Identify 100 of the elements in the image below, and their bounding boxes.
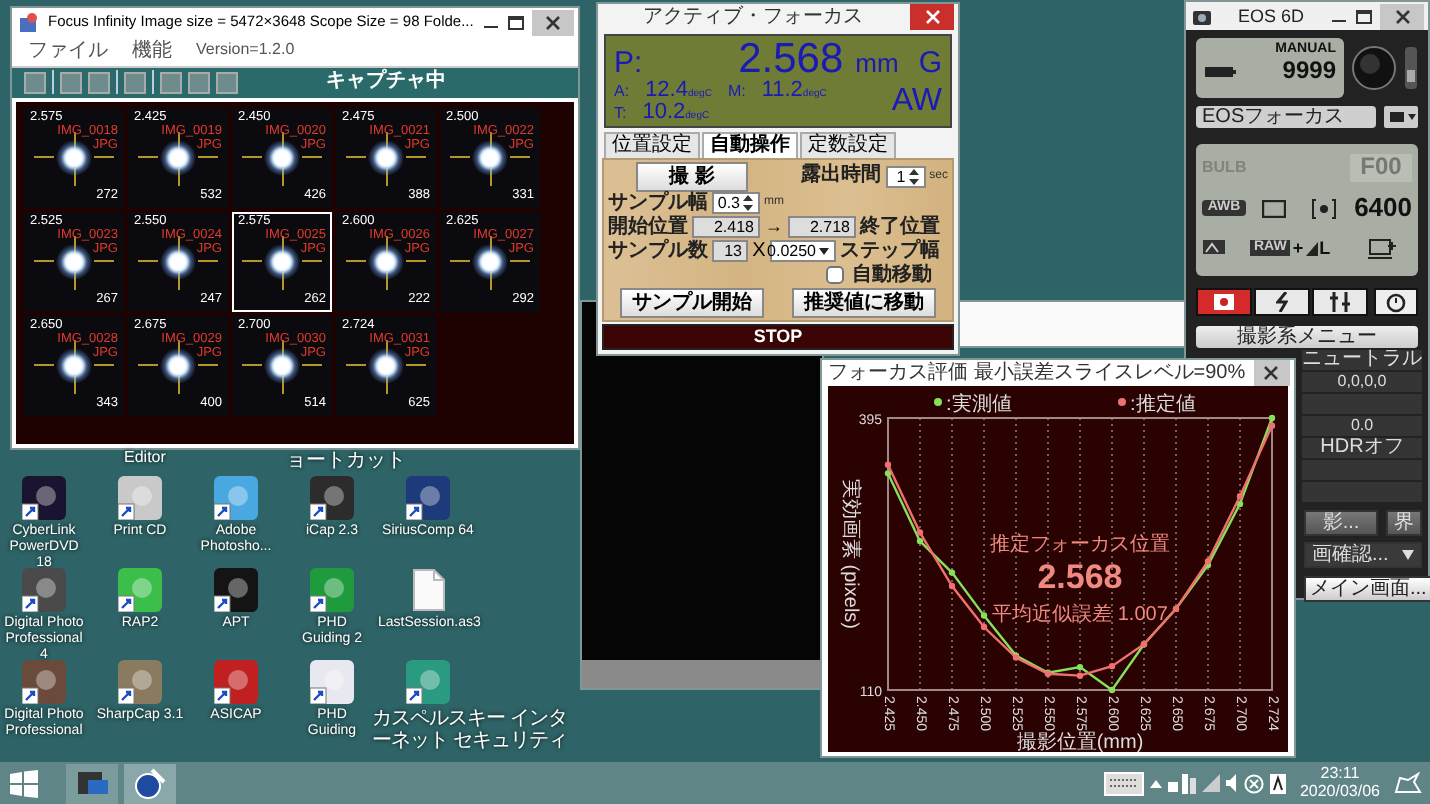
close-icon — [1395, 9, 1409, 23]
metering-icon — [1312, 197, 1336, 219]
clock-time: 23:11 — [1320, 765, 1360, 783]
readout-label: P: — [614, 48, 643, 78]
window-title: EOS 6D — [1235, 5, 1306, 27]
keyboard-icon[interactable] — [1103, 771, 1144, 795]
desktop-icon-label: ョートカット — [286, 450, 406, 473]
legend-marker — [1118, 398, 1126, 406]
main-screen-button[interactable]: メイン画面... — [1304, 576, 1430, 602]
end-field[interactable]: 2.718 — [788, 216, 856, 238]
step-dropdown[interactable]: 0.0250 — [770, 240, 836, 262]
signal-icon[interactable] — [1201, 774, 1220, 792]
tab[interactable]: 自動操作 — [702, 132, 798, 158]
version-label: Version=1.2.0 — [196, 40, 295, 62]
camera-icon — [1192, 6, 1212, 26]
app-icon — [214, 568, 258, 612]
toolbar-button[interactable] — [88, 71, 110, 93]
switch-icon — [1404, 46, 1418, 90]
picture-style-icon — [1202, 238, 1230, 258]
window-title: フォーカス評価 最小誤差スライスレベル=90% — [828, 361, 1246, 385]
data-point — [980, 623, 988, 631]
menu-item[interactable]: 機能 — [132, 40, 172, 63]
status-label: AW — [891, 86, 942, 118]
camera-icon — [1214, 292, 1234, 312]
toolbar-button[interactable] — [24, 71, 46, 93]
app-icon — [406, 476, 450, 520]
setting-value: ニュートラル — [1302, 348, 1422, 372]
camera-menu-field[interactable]: EOSフォーカス — [1196, 106, 1376, 128]
legend-marker — [934, 398, 942, 406]
field-label: サンプル幅 — [608, 193, 708, 213]
taskbar-app-icon[interactable] — [124, 763, 176, 803]
menu-item[interactable]: ファイル — [28, 40, 108, 63]
dial-knob-icon[interactable] — [1352, 46, 1396, 90]
tab[interactable] — [1196, 288, 1252, 316]
arrow-label: → — [764, 216, 784, 238]
close-button[interactable] — [1253, 360, 1290, 386]
start-field[interactable]: 2.418 — [692, 216, 760, 238]
tray-arrow-icon[interactable] — [1149, 777, 1162, 789]
toolbar-button[interactable] — [124, 71, 146, 93]
camera-dropdown-icon[interactable] — [1384, 106, 1418, 128]
notification-icon[interactable] — [1394, 771, 1422, 795]
clock-date: 2020/03/06 — [1299, 783, 1380, 801]
stop-button[interactable]: STOP — [602, 324, 954, 350]
toolbar-button[interactable] — [216, 71, 238, 93]
exposure-field[interactable]: 1 — [885, 165, 926, 187]
axis-title: 実効画素 (pixels) — [839, 479, 861, 629]
annotation-text: 平均近似誤差 1.007 — [992, 604, 1168, 626]
app-icon — [310, 568, 354, 612]
tab[interactable] — [1254, 288, 1310, 316]
speaker-icon[interactable] — [1225, 774, 1238, 792]
close-icon — [545, 16, 560, 30]
menu-button[interactable]: 影... — [1304, 510, 1378, 536]
action-button[interactable]: サンプル開始 — [620, 288, 764, 318]
maximize-button[interactable] — [507, 16, 523, 30]
tab[interactable]: 定数設定 — [800, 132, 896, 158]
spinner-arrows-icon[interactable] — [742, 194, 754, 212]
dropdown-caret-icon[interactable] — [818, 242, 830, 260]
taskbar-app-icon[interactable] — [66, 763, 118, 803]
close-button[interactable] — [910, 4, 954, 30]
network-icon[interactable] — [1167, 773, 1196, 793]
setting-value: 0,0,0,0 — [1337, 372, 1387, 392]
app-icon — [22, 660, 66, 704]
data-point — [948, 582, 956, 590]
reading-value: 11.2 — [761, 78, 803, 102]
tab[interactable] — [1312, 288, 1368, 316]
auto-move-checkbox[interactable] — [826, 266, 844, 284]
computer-icon — [1367, 237, 1395, 259]
action-button[interactable]: 推奨値に移動 — [792, 288, 936, 318]
spinner-arrows-icon[interactable] — [907, 167, 920, 185]
blocked-icon[interactable] — [1243, 773, 1264, 793]
desktop-icon-label[interactable]: カスペルスキー インターネット セキュリティ — [372, 708, 580, 753]
reading-value: 10.2 — [642, 100, 686, 124]
annotation-text: 2.568 — [1037, 558, 1123, 596]
dropdown-value: 画確認... — [1312, 544, 1389, 566]
reading-label: T: — [614, 104, 627, 122]
timer-button[interactable] — [1374, 288, 1418, 316]
maximize-button[interactable] — [1356, 9, 1372, 23]
start-icon[interactable] — [8, 767, 40, 799]
toolbar-button[interactable] — [188, 71, 210, 93]
aperture-value: F00 — [1350, 154, 1412, 182]
menu-dropdown[interactable]: 画確認... — [1304, 542, 1422, 568]
close-icon — [1264, 366, 1279, 380]
setting-value: 0.0 — [1350, 416, 1374, 436]
position-value: 2.568 — [738, 38, 844, 80]
data-point — [1108, 662, 1116, 670]
app-icon — [406, 660, 450, 704]
shoot-button[interactable]: 撮 影 — [636, 161, 748, 191]
input-method-icon[interactable] — [1269, 773, 1286, 793]
clock[interactable]: 23:11 2020/03/06 — [1299, 765, 1380, 801]
legend-label: :推定値 — [1130, 394, 1196, 416]
tab[interactable]: 位置設定 — [604, 132, 700, 158]
sample-width-field[interactable]: 0.3 — [712, 192, 760, 214]
dropdown-caret-icon — [1402, 550, 1414, 560]
count-field[interactable]: 13 — [712, 240, 748, 262]
close-button[interactable] — [531, 10, 574, 36]
close-button[interactable] — [1380, 3, 1424, 29]
toolbar-button[interactable] — [160, 71, 182, 93]
reading-value: 12.4 — [645, 78, 688, 102]
menu-button[interactable]: 界 — [1386, 510, 1422, 536]
toolbar-button[interactable] — [60, 71, 82, 93]
